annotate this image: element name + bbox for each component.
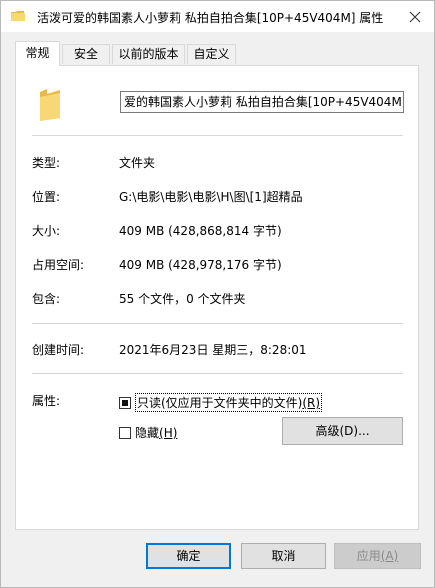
separator <box>32 373 403 374</box>
readonly-checkbox[interactable] <box>119 396 131 409</box>
folder-name-field[interactable]: 爱的韩国素人小萝莉 私拍自拍合集[10P+45V404M] <box>120 91 404 113</box>
window-title: 活泼可爱的韩国素人小萝莉 私拍自拍合集[10P+45V404M] 属性 <box>37 11 384 25</box>
close-icon <box>409 11 421 22</box>
contains-label: 包含: <box>32 292 61 306</box>
folder-large-icon <box>40 89 60 121</box>
cancel-button[interactable]: 取消 <box>241 543 326 569</box>
attributes-label: 属性: <box>32 394 61 408</box>
disk-size-label: 占用空间: <box>32 258 85 272</box>
size-value: 409 MB (428,868,814 字节) <box>119 224 282 238</box>
properties-window: 活泼可爱的韩国素人小萝莉 私拍自拍合集[10P+45V404M] 属性 常规 安… <box>0 0 435 588</box>
hidden-checkbox-label: 隐藏(H) <box>135 426 178 440</box>
readonly-checkbox-label: 只读(仅应用于文件夹中的文件)(R) <box>135 393 323 412</box>
contains-value: 55 个文件，0 个文件夹 <box>119 292 246 306</box>
size-label: 大小: <box>32 224 61 238</box>
folder-icon <box>11 11 25 21</box>
separator <box>32 323 403 324</box>
close-button[interactable] <box>396 1 434 32</box>
general-panel: 爱的韩国素人小萝莉 私拍自拍合集[10P+45V404M] 类型: 文件夹 位置… <box>15 65 419 530</box>
tab-security[interactable]: 安全 <box>62 44 110 64</box>
separator <box>32 135 403 136</box>
apply-button[interactable]: 应用(A) <box>334 543 421 569</box>
created-label: 创建时间: <box>32 343 85 357</box>
readonly-checkbox-row[interactable]: 只读(仅应用于文件夹中的文件)(R) <box>119 393 323 412</box>
tab-customize[interactable]: 自定义 <box>187 44 236 64</box>
title-bar[interactable]: 活泼可爱的韩国素人小萝莉 私拍自拍合集[10P+45V404M] 属性 <box>1 1 434 32</box>
hidden-checkbox-row[interactable]: 隐藏(H) <box>119 424 177 441</box>
location-label: 位置: <box>32 190 61 204</box>
hidden-checkbox[interactable] <box>119 426 131 439</box>
location-value: G:\电影\电影\电影\H\图\[1]超精品 <box>119 190 303 204</box>
tab-general[interactable]: 常规 <box>15 41 60 66</box>
disk-size-value: 409 MB (428,978,176 字节) <box>119 258 282 272</box>
tab-previous-versions[interactable]: 以前的版本 <box>112 44 185 64</box>
type-value: 文件夹 <box>119 156 156 170</box>
ok-button[interactable]: 确定 <box>146 543 231 569</box>
advanced-button[interactable]: 高级(D)... <box>282 417 403 445</box>
created-value: 2021年6月23日 星期三，8:28:01 <box>119 343 307 357</box>
type-label: 类型: <box>32 156 61 170</box>
